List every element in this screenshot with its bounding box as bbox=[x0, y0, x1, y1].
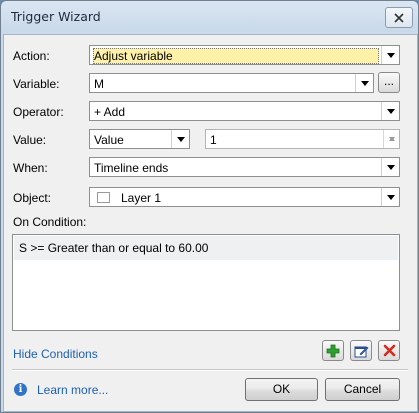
browse-variable-button[interactable]: ... bbox=[378, 72, 400, 93]
hide-conditions-link[interactable]: Hide Conditions bbox=[13, 347, 98, 361]
value-label: Value: bbox=[13, 133, 47, 147]
chevron-down-icon[interactable] bbox=[381, 46, 399, 64]
delete-condition-button[interactable] bbox=[378, 340, 400, 361]
action-label: Action: bbox=[13, 49, 50, 63]
edit-condition-button[interactable] bbox=[350, 340, 372, 361]
object-value: Layer 1 bbox=[121, 191, 162, 205]
trigger-wizard-window: Trigger Wizard Action: Adjust variable V… bbox=[0, 0, 419, 413]
add-condition-button[interactable] bbox=[322, 340, 344, 361]
stepper-down-icon[interactable] bbox=[384, 137, 399, 148]
chevron-down-icon[interactable] bbox=[171, 130, 189, 148]
operator-dropdown[interactable]: + Add bbox=[89, 101, 400, 121]
variable-dropdown[interactable]: M bbox=[89, 73, 374, 93]
value-amount: 1 bbox=[210, 133, 217, 147]
value-stepper[interactable] bbox=[383, 130, 399, 148]
footer-divider bbox=[12, 369, 408, 371]
condition-text: S >= Greater than or equal to 60.00 bbox=[19, 241, 209, 255]
when-dropdown[interactable]: Timeline ends bbox=[89, 157, 400, 177]
operator-label: Operator: bbox=[13, 105, 64, 119]
chevron-down-icon[interactable] bbox=[381, 188, 399, 206]
on-condition-label: On Condition: bbox=[13, 215, 87, 229]
layer-icon bbox=[97, 192, 110, 203]
operator-value: + Add bbox=[94, 105, 126, 119]
delete-icon bbox=[383, 344, 395, 357]
variable-label: Variable: bbox=[13, 77, 60, 91]
ok-button[interactable]: OK bbox=[245, 378, 318, 401]
browse-label: ... bbox=[383, 73, 394, 88]
conditions-list[interactable]: S >= Greater than or equal to 60.00 bbox=[12, 234, 400, 331]
chevron-down-icon[interactable] bbox=[381, 102, 399, 120]
action-dropdown[interactable]: Adjust variable bbox=[89, 45, 400, 65]
action-value: Adjust variable bbox=[94, 49, 173, 63]
learn-more-link[interactable]: Learn more... bbox=[37, 383, 108, 397]
object-label: Object: bbox=[13, 191, 52, 205]
info-icon: i bbox=[14, 383, 27, 396]
cancel-button[interactable]: Cancel bbox=[325, 378, 400, 401]
close-icon bbox=[394, 12, 404, 23]
object-dropdown[interactable]: Layer 1 bbox=[89, 187, 400, 207]
chevron-down-icon[interactable] bbox=[355, 74, 373, 92]
dialog-body: Action: Adjust variable Variable: M ... … bbox=[3, 34, 418, 412]
variable-value: M bbox=[94, 77, 104, 91]
value-type-value: Value bbox=[94, 133, 124, 147]
close-button[interactable] bbox=[385, 7, 413, 28]
title-bar[interactable]: Trigger Wizard bbox=[1, 1, 418, 32]
edit-icon bbox=[354, 346, 368, 357]
window-title: Trigger Wizard bbox=[11, 9, 101, 24]
list-item[interactable]: S >= Greater than or equal to 60.00 bbox=[14, 236, 398, 260]
when-label: When: bbox=[13, 161, 48, 175]
add-icon bbox=[326, 344, 340, 357]
when-value: Timeline ends bbox=[94, 161, 169, 175]
value-amount-input[interactable]: 1 bbox=[205, 129, 400, 149]
value-type-dropdown[interactable]: Value bbox=[89, 129, 190, 149]
chevron-down-icon[interactable] bbox=[381, 158, 399, 176]
